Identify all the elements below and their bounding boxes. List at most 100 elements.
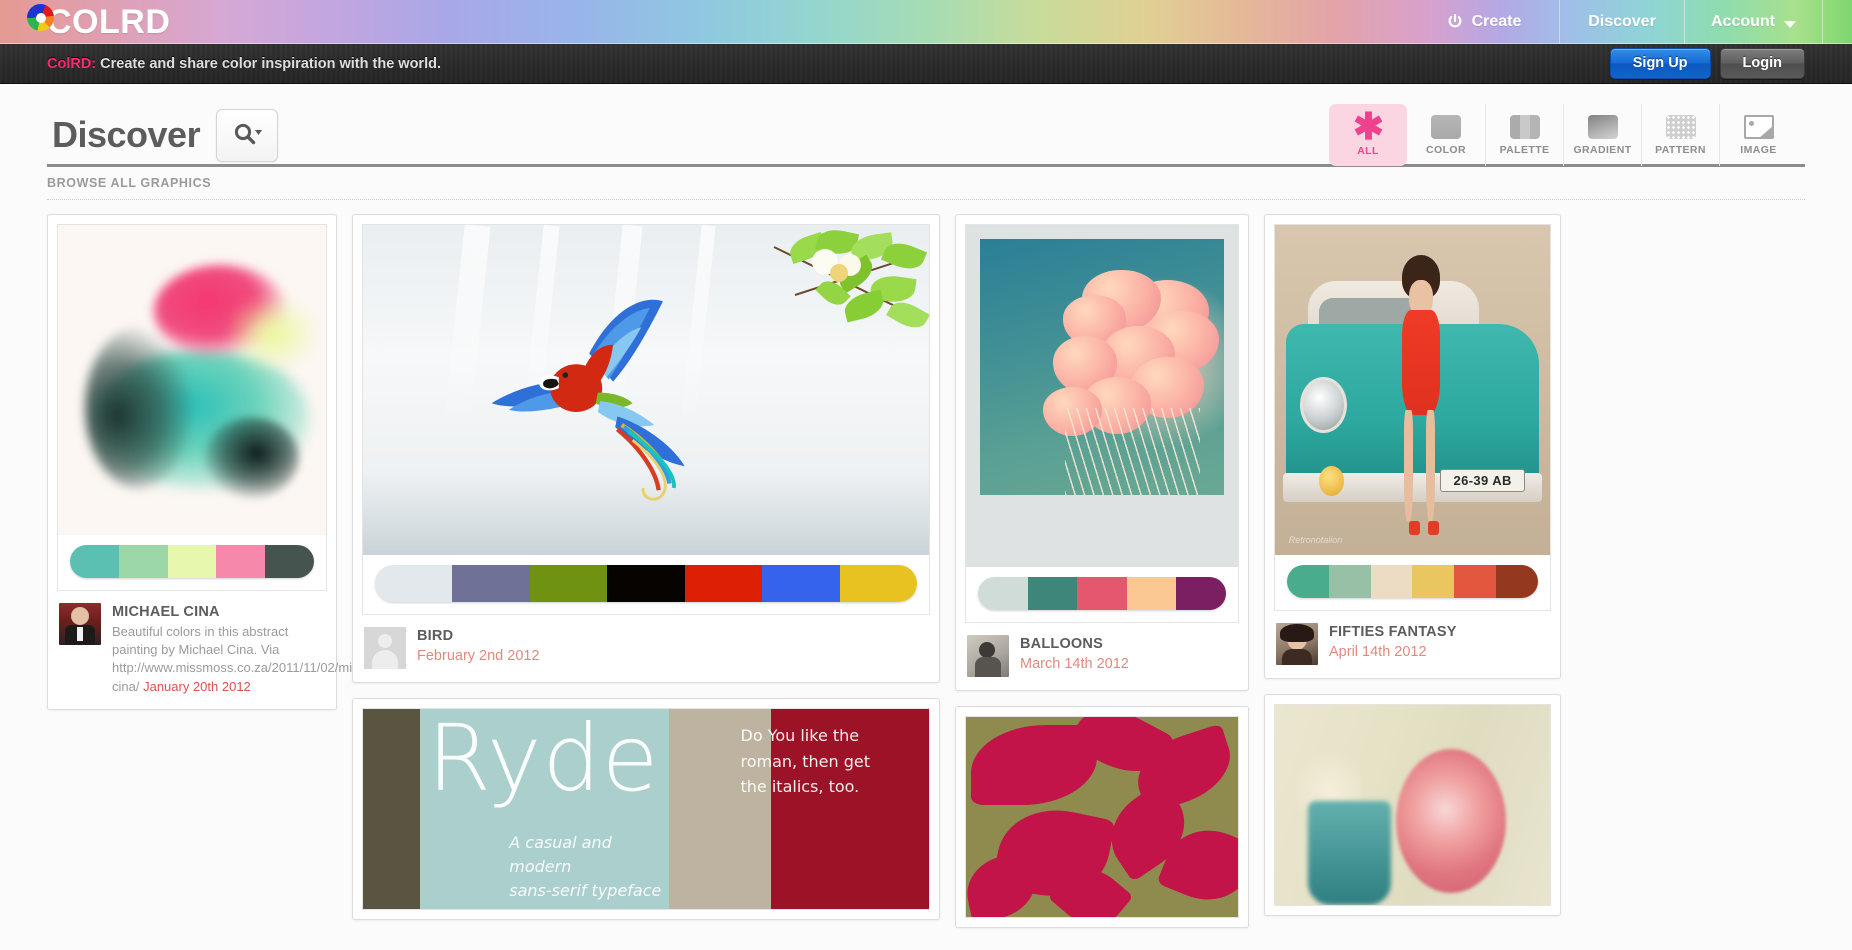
palette-strip-wrap: [1275, 555, 1550, 610]
thumbnail-fifties-pinup[interactable]: 26-39 AB Retronotalion: [1275, 225, 1550, 555]
filter-pattern-label: PATTERN: [1655, 143, 1706, 156]
ryde-subtitle: A casual and modern sans-serif typeface: [509, 831, 668, 903]
car-foglight: [1319, 465, 1344, 496]
card-damask-pattern[interactable]: [955, 706, 1249, 928]
tagline: ColRD: Create and share color inspiratio…: [47, 56, 441, 72]
card-meta-body: FIFTIES FANTASY April 14th 2012: [1329, 623, 1549, 665]
filter-gradient[interactable]: GRADIENT: [1563, 104, 1641, 166]
page-body: Discover ✱ ALL COLOR PALETTE GRADIENT PA…: [0, 84, 1852, 950]
card-balloons[interactable]: BALLOONS March 14th 2012: [955, 214, 1249, 691]
card-rose-photo[interactable]: [1264, 694, 1561, 916]
card-inner: [362, 224, 930, 615]
tagline-bar: ColRD: Create and share color inspiratio…: [0, 44, 1852, 84]
palette-swatch-icon: [1509, 114, 1540, 139]
palette-strip[interactable]: [978, 577, 1226, 610]
card-meta: BIRD February 2nd 2012: [362, 615, 930, 673]
pattern-swatch-icon: [1665, 114, 1696, 139]
color-wheel-icon: [27, 4, 54, 31]
logo-text: COLRD: [47, 2, 171, 41]
color-swatch-icon: [1431, 114, 1461, 139]
filter-color-label: COLOR: [1426, 143, 1466, 156]
macaw-illustration: [491, 299, 685, 501]
asterisk-icon: ✱: [1353, 105, 1385, 147]
card-ryde-typeface[interactable]: Ryde A casual and modern sans-serif type…: [352, 698, 940, 920]
thumbnail-macaw-bird[interactable]: [363, 225, 929, 555]
nav-discover-label: Discover: [1588, 12, 1656, 30]
card-meta-body: BIRD February 2nd 2012: [417, 627, 928, 669]
palette-strip-wrap: [966, 567, 1238, 622]
nav-create[interactable]: Create: [1409, 0, 1559, 44]
power-icon: [1447, 13, 1463, 30]
avatar[interactable]: [1276, 623, 1318, 665]
search-button[interactable]: [216, 108, 279, 162]
ryde-wordmark: Ryde: [427, 709, 660, 812]
nav-end-spacer: [1822, 0, 1852, 44]
ryde-right-line-3: the italics, too.: [740, 777, 860, 797]
stripe-red: Do You like the roman, then get the ital…: [741, 709, 929, 909]
page-title: Discover: [52, 114, 201, 155]
filter-image[interactable]: IMAGE: [1719, 104, 1797, 166]
sign-up-button[interactable]: Sign Up: [1609, 47, 1711, 80]
filter-tabs: ✱ ALL COLOR PALETTE GRADIENT PATTERN IMA…: [1329, 104, 1797, 166]
grid-column-3: BALLOONS March 14th 2012: [955, 214, 1249, 928]
card-inner: [1274, 704, 1551, 906]
thumbnail-abstract-painting[interactable]: [58, 225, 326, 535]
auth-buttons: Sign Up Login: [1609, 47, 1805, 80]
site-logo[interactable]: COLRD: [27, 0, 171, 44]
card-inner: [965, 716, 1239, 918]
palette-strip-wrap: [363, 555, 929, 614]
tagline-text: Create and share color inspiration with …: [100, 55, 441, 72]
card-meta-body: BALLOONS March 14th 2012: [1020, 635, 1237, 677]
thumbnail-balloons-polaroid[interactable]: [966, 225, 1238, 567]
card-date: February 2nd 2012: [417, 647, 540, 664]
card-inner: [965, 224, 1239, 623]
ryde-subtitle-line-1: A casual and modern: [509, 833, 612, 876]
graphics-grid: MICHAEL CINA Beautiful colors in this ab…: [0, 200, 1852, 928]
search-icon: [232, 122, 263, 148]
filter-color[interactable]: COLOR: [1407, 104, 1485, 166]
card-inner: 26-39 AB Retronotalion: [1274, 224, 1551, 611]
card-date: January 20th 2012: [143, 678, 251, 694]
filter-palette[interactable]: PALETTE: [1485, 104, 1563, 166]
card-fifties-fantasy[interactable]: 26-39 AB Retronotalion FIFTIES FANTASY A…: [1264, 214, 1561, 679]
card-date: March 14th 2012: [1020, 655, 1129, 672]
login-button[interactable]: Login: [1719, 47, 1805, 80]
ryde-right-line-1: Do You like the: [740, 726, 860, 745]
grid-column-4: 26-39 AB Retronotalion FIFTIES FANTASY A…: [1264, 214, 1561, 916]
nav-discover[interactable]: Discover: [1559, 0, 1684, 44]
filter-all[interactable]: ✱ ALL: [1329, 104, 1407, 166]
card-michael-cina[interactable]: MICHAEL CINA Beautiful colors in this ab…: [47, 214, 388, 711]
avatar[interactable]: [364, 627, 406, 669]
card-meta: MICHAEL CINA Beautiful colors in this ab…: [57, 591, 388, 700]
card-inner: Ryde A casual and modern sans-serif type…: [362, 708, 930, 910]
thumbnail-damask-pattern[interactable]: [966, 717, 1238, 917]
card-title[interactable]: FIFTIES FANTASY: [1329, 623, 1549, 643]
nav-account-label: Account: [1711, 12, 1775, 30]
grid-column-2: BIRD February 2nd 2012 Ryde A casual and…: [352, 214, 940, 920]
nav-account[interactable]: Account: [1684, 0, 1822, 44]
card-desc-line-3: http://www.missmoss.co.za/2011/11/02/mic…: [112, 660, 388, 676]
chevron-down-icon: [1784, 21, 1796, 28]
card-title[interactable]: BALLOONS: [1020, 635, 1237, 655]
stripe-teal: Ryde A casual and modern sans-serif type…: [419, 709, 669, 909]
main-nav: Create Discover Account: [1409, 0, 1852, 44]
filter-image-label: IMAGE: [1740, 143, 1777, 156]
top-navigation-bar: COLRD Create Discover Account: [0, 0, 1852, 44]
card-title[interactable]: BIRD: [417, 627, 928, 647]
pinup-model: [1391, 254, 1452, 535]
avatar[interactable]: [59, 603, 101, 645]
palette-strip[interactable]: [1287, 565, 1538, 598]
card-bird[interactable]: BIRD February 2nd 2012: [352, 214, 940, 683]
avatar[interactable]: [967, 635, 1009, 677]
polaroid-photo: [980, 239, 1224, 495]
ryde-right-line-2: roman, then get: [740, 751, 870, 771]
thumbnail-rose-photo[interactable]: [1275, 705, 1550, 905]
palette-strip[interactable]: [70, 545, 314, 578]
palette-strip[interactable]: [375, 565, 917, 602]
license-plate: 26-39 AB: [1440, 469, 1526, 493]
discover-header: Discover ✱ ALL COLOR PALETTE GRADIENT PA…: [0, 84, 1852, 166]
card-title[interactable]: MICHAEL CINA: [112, 603, 325, 623]
filter-pattern[interactable]: PATTERN: [1641, 104, 1719, 166]
card-desc-line-1: Beautiful colors in this abstract: [112, 623, 289, 639]
thumbnail-ryde-typeface[interactable]: Ryde A casual and modern sans-serif type…: [363, 709, 929, 909]
